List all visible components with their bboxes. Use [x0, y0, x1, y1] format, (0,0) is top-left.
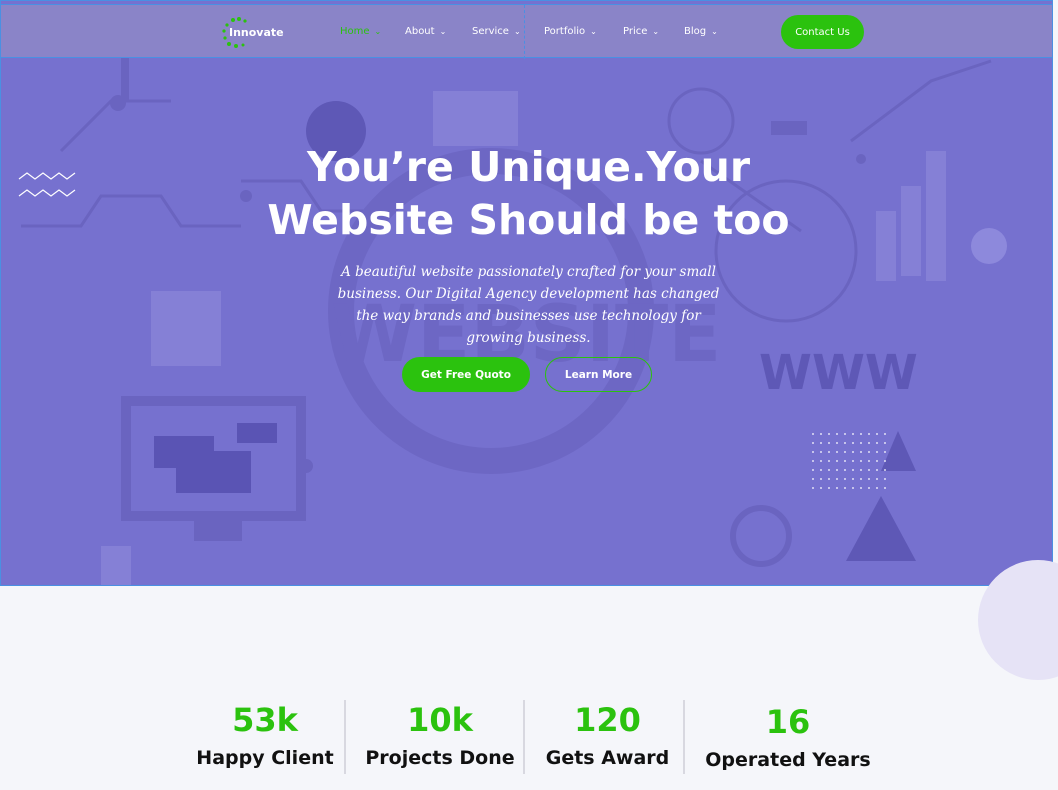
stat-label: Happy Client [196, 747, 334, 769]
hero-title: You’re Unique.Your Website Should be too [231, 141, 826, 247]
nav-item-label: Service [472, 26, 509, 37]
nav-item-label: Blog [684, 26, 707, 37]
nav-item-label: About [405, 26, 435, 37]
stat-divider [683, 700, 685, 774]
get-quote-button[interactable]: Get Free Quoto [402, 357, 530, 392]
nav-item-service[interactable]: Service ⌄ [472, 26, 521, 37]
stat-value: 120 [574, 701, 641, 739]
chevron-down-icon: ⌄ [590, 27, 597, 36]
hero-title-line-1: You’re Unique.Your [306, 143, 751, 191]
nav-item-blog[interactable]: Blog ⌄ [684, 26, 718, 37]
hero-subtitle: A beautiful website passionately crafted… [337, 264, 720, 346]
chevron-down-icon: ⌄ [652, 27, 660, 36]
top-navigation-bar: Innovate Home ⌄ About ⌄ Service ⌄ Portfolio… [0, 4, 1053, 59]
chevron-down-icon: ⌄ [711, 27, 718, 36]
stat-projects-done: 10k Projects Done [365, 700, 515, 771]
nav-item-label: Price [623, 26, 648, 37]
stat-divider [523, 700, 525, 774]
nav-item-about[interactable]: About ⌄ [405, 26, 446, 37]
svg-text:WWW: WWW [759, 345, 918, 401]
nav-item-price[interactable]: Price ⌄ [623, 26, 659, 37]
chevron-down-icon: ⌄ [513, 27, 521, 36]
chevron-down-icon: ⌄ [439, 27, 447, 36]
brand-logo[interactable]: Innovate [219, 15, 289, 51]
nav-item-label: Home [340, 26, 370, 37]
stat-label: Gets Award [545, 747, 670, 769]
stat-gets-award: 120 Gets Award [540, 700, 675, 771]
stat-divider [344, 700, 346, 774]
contact-us-button[interactable]: Contact Us [781, 15, 864, 49]
nav-divider [524, 5, 525, 59]
nav-item-portfolio[interactable]: Portfolio ⌄ [544, 26, 597, 37]
brand-name: Innovate [229, 26, 284, 39]
stat-label: Projects Done [365, 747, 515, 769]
stat-operated-years: 16 Operated Years [703, 702, 873, 773]
hero-section: WEBSITE WWW You’re Unique.Your Website S… [0, 0, 1053, 586]
learn-more-button[interactable]: Learn More [545, 357, 652, 392]
hero-title-line-2: Website Should be too [267, 196, 790, 244]
stat-value: 10k [407, 701, 473, 739]
nav-item-home[interactable]: Home ⌄ [340, 26, 381, 37]
nav-item-label: Portfolio [544, 26, 586, 37]
stat-happy-client: 53k Happy Client [195, 700, 335, 771]
stat-value: 53k [232, 701, 298, 739]
stat-value: 16 [765, 703, 811, 741]
chevron-down-icon: ⌄ [374, 27, 382, 36]
stat-label: Operated Years [705, 749, 871, 771]
